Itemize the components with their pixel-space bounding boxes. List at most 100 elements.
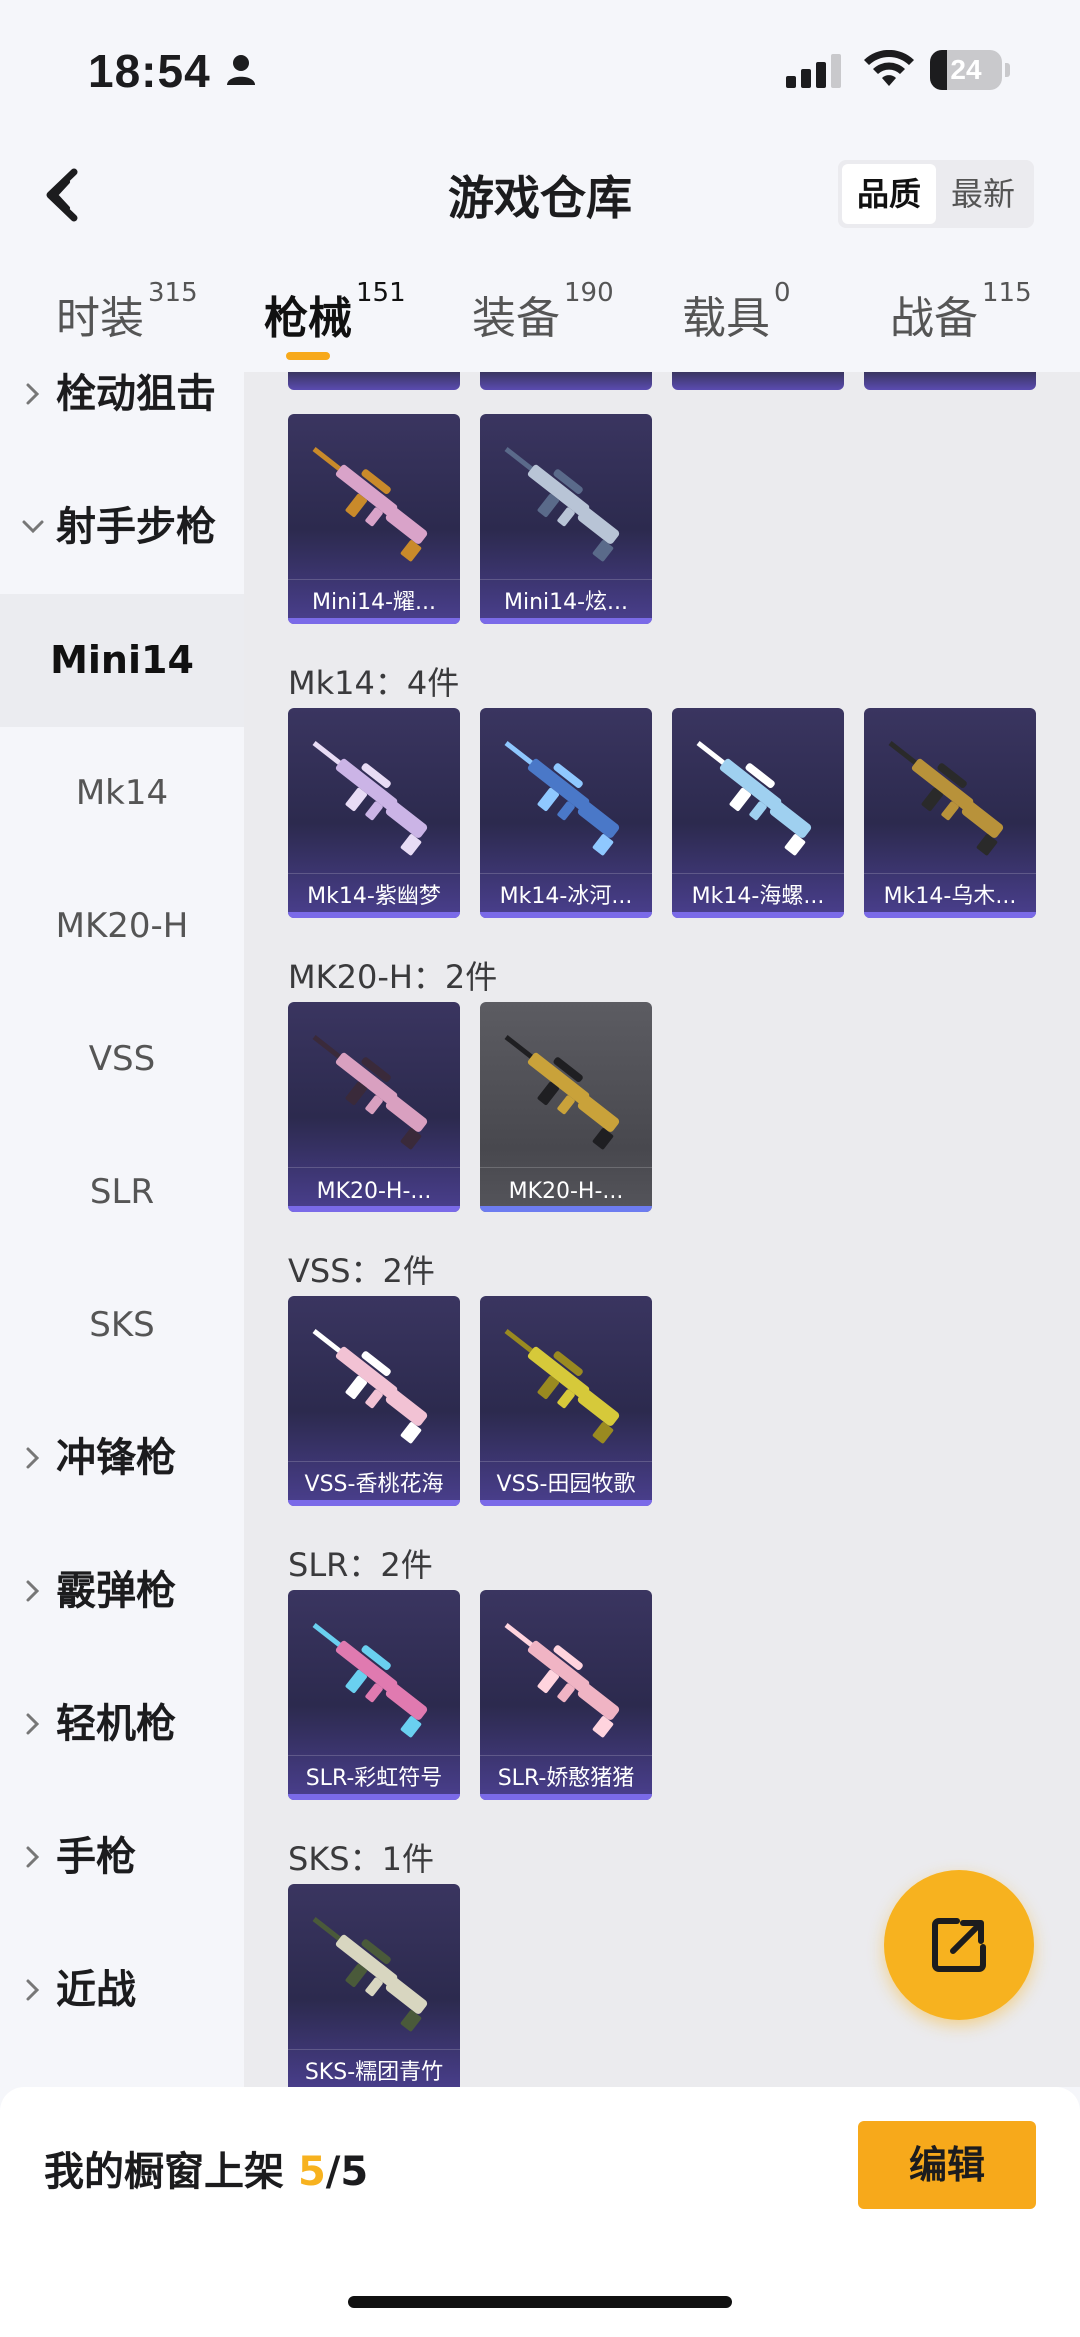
rifle-icon xyxy=(888,741,1004,856)
item-card[interactable]: Mk14-紫幽梦 xyxy=(288,708,460,918)
item-name: SKS-糯团青竹 xyxy=(304,2060,444,2085)
item-name: Mk14-乌木... xyxy=(883,884,1017,909)
item-card[interactable]: VSS-香桃花海 xyxy=(288,1296,460,1506)
status-bar: 18:54 24 xyxy=(0,0,1080,140)
item-card[interactable]: SLR-彩虹符号 xyxy=(288,1590,460,1800)
header: 游戏仓库 品质 最新 xyxy=(0,140,1080,250)
rifle-icon xyxy=(312,447,428,562)
item-name: Mk14-紫幽梦 xyxy=(307,884,441,909)
sidebar-item[interactable]: 射手步枪 xyxy=(0,461,244,594)
showcase-count: 5 xyxy=(297,2149,326,2195)
sidebar-item-label: 手枪 xyxy=(56,1834,136,1880)
rifle-icon xyxy=(696,741,812,856)
chevron-right-icon xyxy=(26,1846,40,1868)
sidebar-item-label: SKS xyxy=(89,1305,155,1345)
sidebar-item[interactable]: Mini14 xyxy=(0,594,244,727)
tab-vehicles[interactable]: 载具 0 xyxy=(682,278,791,362)
sidebar-item-label: 近战 xyxy=(56,1967,136,2013)
sidebar-item[interactable]: 轻机枪 xyxy=(0,1658,244,1791)
sidebar-item[interactable]: 栓动狙击 xyxy=(0,328,244,461)
item-card[interactable]: SKS-糯团青竹 xyxy=(288,1884,460,2087)
tab-active-indicator xyxy=(286,352,330,360)
item-name: MK20-H-... xyxy=(508,1179,624,1204)
tab-gear[interactable]: 战备 115 xyxy=(890,278,1032,362)
sidebar-item-label: 轻机枪 xyxy=(56,1701,176,1747)
item-card[interactable]: Mini14-耀... xyxy=(288,414,460,624)
signal-icon xyxy=(786,54,841,88)
sidebar-item[interactable]: SLR xyxy=(0,1126,244,1259)
battery-percent: 24 xyxy=(950,54,982,85)
sort-toggle: 品质 最新 xyxy=(838,160,1034,228)
item-card[interactable]: Mk14-海螺... xyxy=(672,708,844,918)
sidebar-item[interactable]: 手枪 xyxy=(0,1791,244,1924)
tab-equipment[interactable]: 装备 190 xyxy=(472,278,614,362)
sidebar-item[interactable]: 冲锋枪 xyxy=(0,1392,244,1525)
item-name: Mk14-冰河... xyxy=(499,884,633,909)
item-name: Mini14-炫... xyxy=(503,590,629,615)
item-card[interactable]: Mk14-乌木... xyxy=(864,708,1036,918)
person-icon xyxy=(227,55,255,85)
sort-option-quality[interactable]: 品质 xyxy=(842,164,936,224)
item-card[interactable]: MK20-H-... xyxy=(288,1002,460,1212)
item-card-partial[interactable] xyxy=(672,372,844,390)
item-card-partial[interactable] xyxy=(864,372,1036,390)
chevron-right-icon xyxy=(26,1979,40,2001)
chevron-right-icon xyxy=(26,1713,40,1735)
item-card-partial[interactable] xyxy=(288,372,460,390)
item-card[interactable]: VSS-田园牧歌 xyxy=(480,1296,652,1506)
share-button[interactable] xyxy=(884,1870,1034,2020)
sidebar-item-label: Mk14 xyxy=(75,773,169,813)
section-title: MK20-H：2件 xyxy=(288,958,498,996)
rifle-icon xyxy=(312,1917,428,2032)
sidebar-item-label: MK20-H xyxy=(55,906,189,946)
edit-button[interactable]: 编辑 xyxy=(858,2121,1036,2209)
rifle-icon xyxy=(312,1329,428,1444)
showcase-status: 我的橱窗上架 5/5 xyxy=(44,2149,369,2195)
chevron-down-icon xyxy=(22,520,44,534)
rifle-icon xyxy=(312,741,428,856)
item-grid: Mini14-耀... Mini14-炫... Mk14：4件 Mk14-紫幽梦 Mk1… xyxy=(244,372,1080,2087)
sidebar-item[interactable]: 近战 xyxy=(0,1924,244,2057)
rifle-icon xyxy=(504,447,620,562)
section-title: VSS：2件 xyxy=(288,1252,435,1290)
item-name: SLR-彩虹符号 xyxy=(305,1766,443,1791)
sidebar-item-label: 栓动狙击 xyxy=(56,371,216,417)
share-icon xyxy=(932,1918,986,1972)
section-title: SKS：1件 xyxy=(288,1840,434,1878)
sidebar-item[interactable]: VSS xyxy=(0,993,244,1126)
chevron-right-icon xyxy=(26,383,40,405)
sidebar-item[interactable]: Mk14 xyxy=(0,727,244,860)
item-card[interactable]: MK20-H-... xyxy=(480,1002,652,1212)
sidebar-item-label: 射手步枪 xyxy=(56,504,216,550)
sidebar-item[interactable]: SKS xyxy=(0,1259,244,1392)
item-card[interactable]: Mini14-炫... xyxy=(480,414,652,624)
sidebar-item[interactable]: MK20-H xyxy=(0,860,244,993)
status-time: 18:54 xyxy=(88,45,211,97)
rifle-icon xyxy=(504,1623,620,1738)
sort-option-newest[interactable]: 最新 xyxy=(936,164,1030,224)
item-card[interactable]: SLR-娇憨猪猪 xyxy=(480,1590,652,1800)
sidebar-item[interactable]: 霰弹枪 xyxy=(0,1525,244,1658)
item-name: VSS-香桃花海 xyxy=(304,1472,444,1497)
sidebar-item-label: 冲锋枪 xyxy=(56,1435,176,1481)
rifle-icon xyxy=(312,1035,428,1150)
sidebar-item-label: Mini14 xyxy=(50,638,194,682)
sidebar-item-label: VSS xyxy=(88,1039,156,1079)
rifle-icon xyxy=(312,1623,428,1738)
item-name: Mk14-海螺... xyxy=(691,884,825,909)
section-title: SLR：2件 xyxy=(288,1546,433,1584)
section-title: Mk14：4件 xyxy=(288,664,460,702)
item-card[interactable]: Mk14-冰河... xyxy=(480,708,652,918)
weapon-type-sidebar: 栓动狙击射手步枪 Mini14 Mk14 MK20-H VSS SLR SKS 冲锋枪霰弹枪轻… xyxy=(0,371,244,2087)
item-name: VSS-田园牧歌 xyxy=(496,1472,636,1497)
item-name: SLR-娇憨猪猪 xyxy=(497,1766,635,1791)
tab-firearms[interactable]: 枪械 151 xyxy=(264,278,406,362)
item-card-partial[interactable] xyxy=(480,372,652,390)
home-indicator xyxy=(348,2296,732,2308)
item-name: Mini14-耀... xyxy=(311,590,437,615)
rifle-icon xyxy=(504,1329,620,1444)
sidebar-item-label: SLR xyxy=(89,1172,155,1212)
chevron-right-icon xyxy=(26,1447,40,1469)
chevron-right-icon xyxy=(26,1580,40,1602)
sidebar-item-label: 霰弹枪 xyxy=(56,1568,176,1614)
